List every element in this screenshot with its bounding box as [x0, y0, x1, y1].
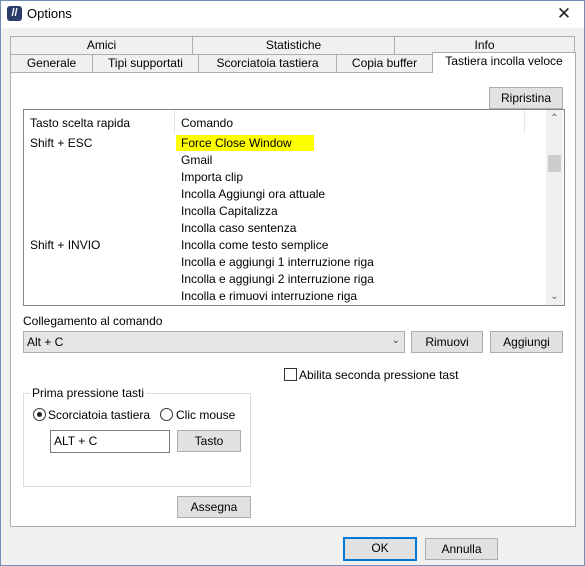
cancel-button[interactable]: Annulla	[425, 538, 498, 560]
radio-selected-dot	[37, 412, 42, 417]
list-item[interactable]: Incolla e rimuovi interruzione riga	[24, 288, 544, 305]
tab-tastiera-incolla-veloce[interactable]: Tastiera incolla veloce	[432, 52, 576, 73]
scroll-up-icon[interactable]: ⌃	[546, 110, 563, 127]
list-item[interactable]: Importa clip	[24, 169, 544, 186]
key-input[interactable]: ALT + C	[50, 430, 170, 453]
row-command: Incolla e rimuovi interruzione riga	[181, 289, 358, 303]
row-hotkey: Shift + INVIO	[30, 238, 101, 252]
link-command-select[interactable]: Alt + C ⌄	[23, 331, 405, 353]
tab-amici[interactable]: Amici	[10, 36, 193, 54]
radio-keyboard-shortcut-label[interactable]: Scorciatoia tastiera	[48, 408, 150, 422]
list-item[interactable]: Incolla Aggiungi ora attuale	[24, 186, 544, 203]
vertical-scrollbar[interactable]: ⌃ ⌄	[546, 110, 563, 305]
row-command: Importa clip	[181, 170, 244, 184]
add-button[interactable]: Aggiungi	[490, 331, 563, 353]
first-press-group-title: Prima pressione tasti	[30, 386, 147, 400]
list-item[interactable]: Gmail	[24, 152, 544, 169]
row-command: Gmail	[181, 153, 213, 167]
reset-button[interactable]: Ripristina	[489, 87, 563, 109]
row-command: Incolla e aggiungi 2 interruzione riga	[181, 272, 374, 286]
list-header: Tasto scelta rapida Comando	[24, 110, 544, 134]
tab-copia-buffer[interactable]: Copia buffer	[336, 54, 433, 72]
column-header-hotkey[interactable]: Tasto scelta rapida	[30, 116, 130, 130]
row-hotkey: Shift + ESC	[30, 136, 93, 150]
list-item[interactable]: Shift + INVIO Incolla come testo semplic…	[24, 237, 544, 254]
row-command: Incolla Capitalizza	[181, 204, 278, 218]
column-divider[interactable]	[524, 110, 525, 134]
scrollbar-thumb[interactable]	[548, 155, 561, 172]
tab-generale[interactable]: Generale	[10, 54, 93, 72]
remove-button[interactable]: Rimuovi	[411, 331, 483, 353]
chevron-down-icon: ⌄	[391, 335, 400, 346]
link-command-label: Collegamento al comando	[23, 314, 163, 328]
second-press-checkbox[interactable]	[284, 368, 297, 381]
list-item[interactable]: Shift + ESC Force Close Window	[24, 135, 544, 152]
list-item[interactable]: Incolla e aggiungi 2 interruzione riga	[24, 271, 544, 288]
tab-scorciatoia-tastiera[interactable]: Scorciatoia tastiera	[198, 54, 337, 72]
list-item[interactable]: Incolla caso sentenza	[24, 220, 544, 237]
radio-keyboard-shortcut[interactable]	[33, 408, 46, 421]
key-input-value: ALT + C	[54, 434, 98, 448]
ok-button[interactable]: OK	[343, 537, 417, 561]
column-divider[interactable]	[174, 110, 175, 134]
options-window: // Options ✕ Amici Statistiche Info Gene…	[0, 0, 585, 566]
row-command: Force Close Window	[176, 135, 314, 151]
title-bar: // Options ✕	[1, 1, 584, 28]
column-header-command[interactable]: Comando	[181, 116, 233, 130]
row-command: Incolla caso sentenza	[181, 221, 297, 235]
link-command-value: Alt + C	[27, 335, 64, 349]
radio-mouse-click-label[interactable]: Clic mouse	[176, 408, 235, 422]
close-icon[interactable]: ✕	[549, 3, 579, 25]
second-press-label[interactable]: Abilita seconda pressione tast	[299, 368, 458, 382]
row-command: Incolla come testo semplice	[181, 238, 329, 252]
tab-statistiche[interactable]: Statistiche	[192, 36, 395, 54]
tab-tipi-supportati[interactable]: Tipi supportati	[92, 54, 199, 72]
hotkey-list[interactable]: Tasto scelta rapida Comando Shift + ESC …	[23, 109, 565, 306]
list-item[interactable]: Incolla Capitalizza	[24, 203, 544, 220]
row-command: Incolla Aggiungi ora attuale	[181, 187, 326, 201]
key-button[interactable]: Tasto	[177, 430, 241, 452]
radio-mouse-click[interactable]	[160, 408, 173, 421]
row-command: Incolla e aggiungi 1 interruzione riga	[181, 255, 374, 269]
assign-button[interactable]: Assegna	[177, 496, 251, 518]
scroll-down-icon[interactable]: ⌄	[546, 288, 563, 305]
window-title: Options	[27, 6, 72, 21]
list-item[interactable]: Incolla e aggiungi 1 interruzione riga	[24, 254, 544, 271]
app-icon: //	[7, 6, 22, 21]
